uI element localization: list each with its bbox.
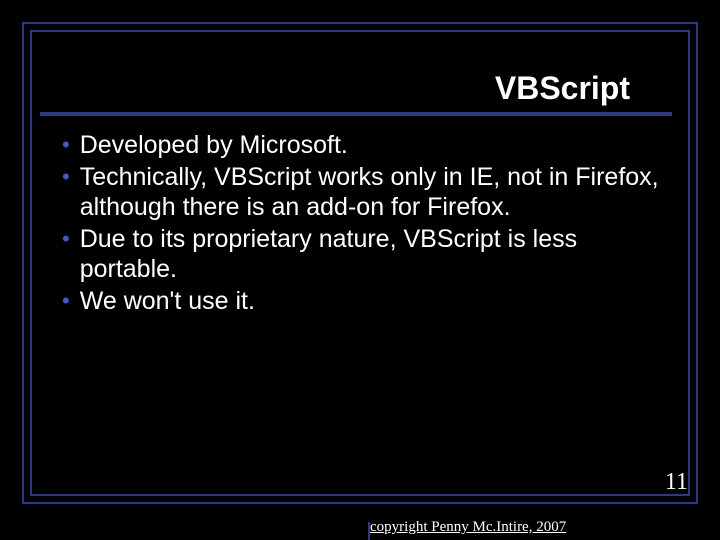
bullet-text: Due to its proprietary nature, VBScript …	[80, 224, 662, 284]
title-underline	[40, 112, 672, 116]
bullet-icon: •	[62, 224, 70, 254]
bullet-icon: •	[62, 130, 70, 160]
bullet-text: Developed by Microsoft.	[80, 130, 662, 160]
list-item: • Developed by Microsoft.	[62, 130, 662, 160]
title-area: VBScript	[40, 70, 670, 107]
list-item: • Technically, VBScript works only in IE…	[62, 162, 662, 222]
slide-title: VBScript	[495, 70, 630, 106]
list-item: • Due to its proprietary nature, VBScrip…	[62, 224, 662, 284]
bullet-text: We won't use it.	[80, 286, 662, 316]
bullet-list: • Developed by Microsoft. • Technically,…	[62, 130, 662, 318]
copyright-text: copyright Penny Mc.Intire, 2007	[370, 519, 566, 536]
page-number: 11	[665, 469, 688, 496]
bullet-icon: •	[62, 286, 70, 316]
list-item: • We won't use it.	[62, 286, 662, 316]
bullet-text: Technically, VBScript works only in IE, …	[80, 162, 662, 222]
bullet-icon: •	[62, 162, 70, 192]
